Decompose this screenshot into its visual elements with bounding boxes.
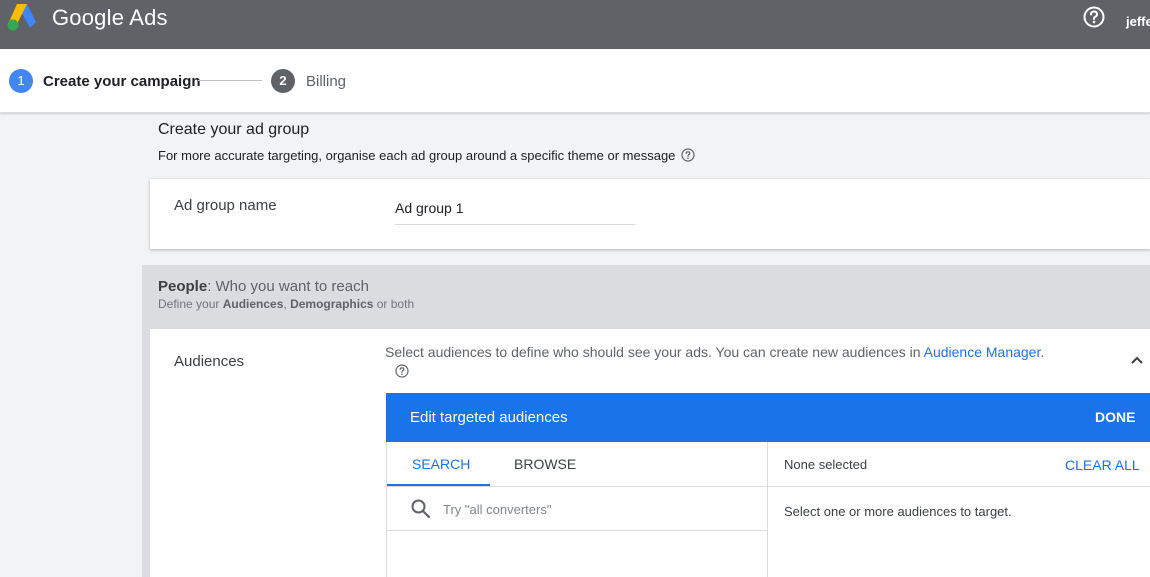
step-2-number[interactable]: 2 bbox=[271, 69, 295, 93]
audiences-description-text: Select audiences to define who should se… bbox=[385, 344, 924, 360]
people-sub-demographics: Demographics bbox=[290, 297, 374, 311]
audiences-description-period: . bbox=[1040, 344, 1045, 360]
done-button[interactable]: DONE bbox=[1095, 409, 1135, 425]
people-section-title: People: Who you want to reach bbox=[158, 278, 369, 295]
step-2-label[interactable]: Billing bbox=[306, 73, 346, 90]
people-sub-audiences: Audiences bbox=[222, 297, 284, 311]
people-title-rest: : Who you want to reach bbox=[207, 278, 369, 295]
google-ads-logo-icon[interactable] bbox=[6, 2, 38, 32]
ad-group-section-subtitle: For more accurate targeting, organise ea… bbox=[158, 148, 676, 163]
user-account[interactable]: jeffe bbox=[1126, 14, 1150, 29]
selected-divider bbox=[768, 486, 1150, 487]
search-divider bbox=[387, 530, 768, 531]
step-connector bbox=[198, 80, 262, 81]
campaign-stepper: 1 Create your campaign 2 Billing bbox=[0, 49, 1150, 113]
empty-selection-message: Select one or more audiences to target. bbox=[784, 504, 1012, 519]
ad-group-card: Ad group name Ad group 1 bbox=[150, 179, 1150, 249]
audience-search-panel: SEARCH BROWSE bbox=[386, 442, 768, 577]
people-section-subtitle: Define your Audiences, Demographics or b… bbox=[158, 297, 414, 311]
people-sub-suffix: or both bbox=[373, 297, 415, 311]
step-1-label[interactable]: Create your campaign bbox=[43, 73, 201, 90]
top-bar: Google Ads jeffe bbox=[0, 0, 1150, 49]
brand-name[interactable]: Google Ads bbox=[52, 5, 168, 31]
step-1-number[interactable]: 1 bbox=[9, 69, 33, 93]
chevron-up-icon[interactable] bbox=[1129, 352, 1145, 368]
edit-audiences-title: Edit targeted audiences bbox=[410, 409, 568, 426]
people-title-bold: People bbox=[158, 278, 208, 295]
search-icon bbox=[411, 499, 430, 518]
audiences-label: Audiences bbox=[174, 353, 245, 370]
tab-browse[interactable]: BROWSE bbox=[514, 456, 576, 472]
help-icon[interactable] bbox=[1083, 6, 1105, 28]
people-sub-prefix: Define your bbox=[158, 297, 223, 311]
audiences-description: Select audiences to define who should se… bbox=[385, 344, 1044, 360]
edit-audiences-bar: Edit targeted audiences DONE bbox=[386, 393, 1150, 442]
selected-audiences-panel: None selected CLEAR ALL Select one or mo… bbox=[768, 442, 1150, 577]
clear-all-button[interactable]: CLEAR ALL bbox=[1065, 457, 1140, 473]
audience-search-input[interactable] bbox=[443, 500, 743, 518]
ad-group-section-title: Create your ad group bbox=[158, 121, 310, 138]
tabs-divider bbox=[387, 486, 768, 487]
audience-manager-link[interactable]: Audience Manager bbox=[924, 344, 1041, 360]
tab-search[interactable]: SEARCH bbox=[412, 456, 470, 472]
selection-status: None selected bbox=[784, 457, 868, 472]
ad-group-name-input[interactable]: Ad group 1 bbox=[395, 199, 635, 225]
question-help-icon[interactable] bbox=[681, 148, 695, 162]
ad-group-name-label: Ad group name bbox=[174, 197, 277, 214]
audiences-help-icon[interactable] bbox=[395, 364, 409, 378]
